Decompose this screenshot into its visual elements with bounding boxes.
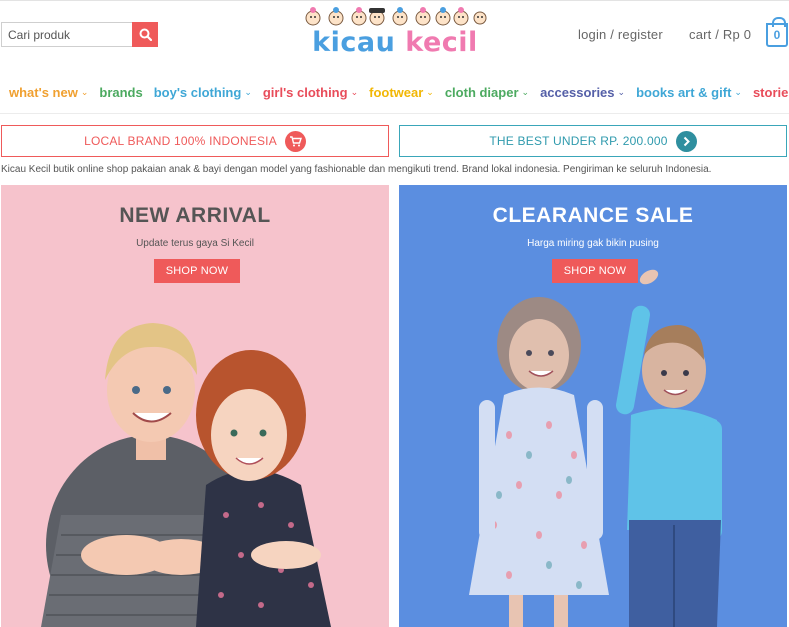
promo-best-under-label: THE BEST UNDER RP. 200.000	[489, 134, 668, 148]
nav-item-boys-clothing[interactable]: boy's clothing ⌄	[154, 85, 252, 100]
nav-item-books-art-gift[interactable]: books art & gift ⌄	[636, 85, 742, 100]
kids-photo-image	[469, 269, 722, 627]
nav-label: girl's clothing	[262, 85, 348, 100]
nav-item-brands[interactable]: brands	[99, 85, 142, 100]
top-divider	[0, 0, 789, 1]
logo-word-2: kecil	[405, 27, 478, 58]
nav-label: accessories	[540, 85, 615, 100]
banner-clearance-sale[interactable]: CLEARANCE SALE Harga miring gak bikin pu…	[399, 185, 787, 627]
search-button[interactable]	[132, 22, 158, 47]
login-register-link[interactable]: login / register	[578, 27, 663, 42]
site-tagline: Kicau Kecil butik online shop pakaian an…	[1, 164, 712, 175]
nav-label: brands	[99, 85, 143, 100]
shop-now-button-new-arrival[interactable]: SHOP NOW	[154, 259, 240, 283]
banner-clearance-title: CLEARANCE SALE	[492, 204, 694, 227]
nav-item-girls-clothing[interactable]: girl's clothing ⌄	[263, 85, 358, 100]
cart-count-badge[interactable]: 0	[766, 17, 788, 47]
nav-item-accessories[interactable]: accessories ⌄	[540, 85, 625, 100]
nav-label: stories	[752, 85, 789, 100]
nav-label: cloth diaper	[444, 85, 519, 100]
cart-link[interactable]: cart / Rp 0	[689, 27, 751, 42]
chevron-down-icon: ⌄	[521, 87, 530, 97]
logo-wordmark: kicau kecil	[303, 26, 487, 60]
chevron-down-icon: ⌄	[617, 87, 626, 97]
nav-item-cloth-diaper[interactable]: cloth diaper ⌄	[445, 85, 529, 100]
promo-best-under[interactable]: THE BEST UNDER RP. 200.000	[399, 125, 787, 157]
banner-new-arrival[interactable]: NEW ARRIVAL Update terus gaya Si Kecil S…	[1, 185, 389, 627]
kids-photo-image	[41, 323, 331, 627]
cart-icon	[284, 130, 306, 152]
nav-item-footwear[interactable]: footwear ⌄	[369, 85, 434, 100]
shop-now-button-clearance[interactable]: SHOP NOW	[552, 259, 638, 283]
chevron-down-icon: ⌄	[244, 87, 252, 97]
promo-local-brand[interactable]: LOCAL BRAND 100% INDONESIA	[1, 125, 389, 157]
banner-new-arrival-subtitle: Update terus gaya Si Kecil	[136, 238, 254, 249]
nav-label: boy's clothing	[153, 85, 242, 100]
nav-label: books art & gift	[636, 85, 732, 100]
banner-new-arrival-title: NEW ARRIVAL	[119, 204, 271, 227]
chevron-down-icon: ⌄	[80, 87, 89, 97]
search-bar	[1, 22, 158, 47]
site-logo[interactable]: kicau kecil	[303, 6, 487, 58]
chevron-down-icon: ⌄	[734, 87, 742, 97]
nav-divider	[0, 113, 789, 114]
nav-label: what's new	[9, 85, 78, 100]
nav-item-whats-new[interactable]: what's new ⌄	[9, 85, 88, 100]
logo-word-1: kicau	[312, 27, 396, 58]
search-icon	[139, 28, 152, 41]
chevron-down-icon: ⌄	[426, 87, 434, 97]
nav-item-stories[interactable]: stories	[753, 85, 789, 100]
nav-label: footwear	[369, 85, 424, 100]
main-nav: what's new ⌄ brands boy's clothing ⌄ girl'…	[9, 85, 789, 100]
banner-clearance-subtitle: Harga miring gak bikin pusing	[527, 238, 659, 249]
arrow-right-icon	[675, 130, 697, 152]
promo-local-brand-label: LOCAL BRAND 100% INDONESIA	[84, 134, 277, 148]
chevron-down-icon: ⌄	[350, 87, 359, 97]
logo-birds-icon	[305, 7, 487, 26]
search-input[interactable]	[1, 22, 132, 47]
